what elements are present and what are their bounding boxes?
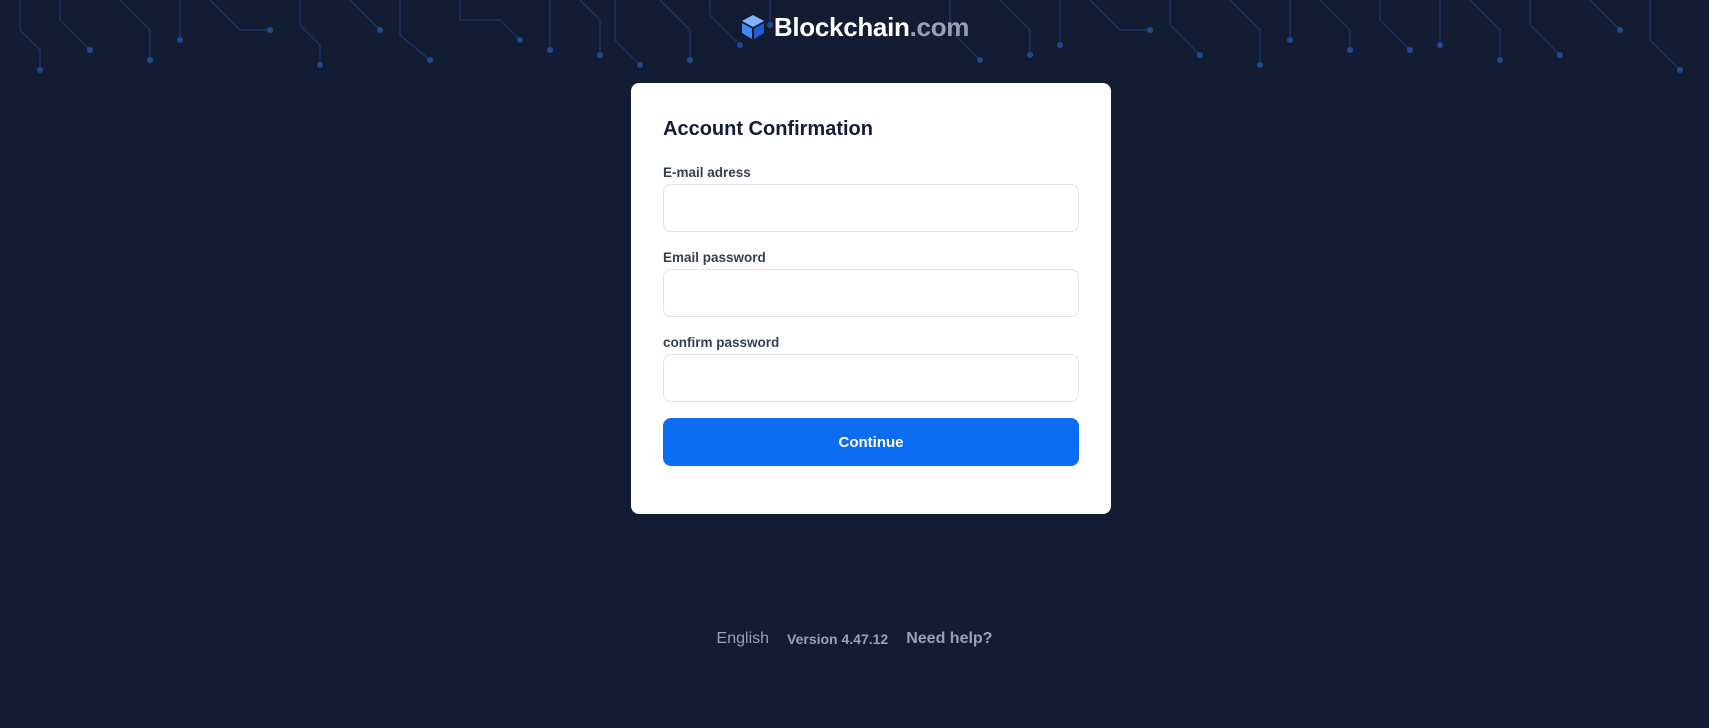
form-title: Account Confirmation: [663, 118, 873, 140]
footer: English Version 4.47.12 Need help?: [0, 630, 1709, 648]
logo-suffix-text: .com: [909, 12, 970, 42]
header-logo[interactable]: Blockchain.com: [0, 12, 1709, 42]
need-help-link[interactable]: Need help?: [906, 630, 992, 648]
email-password-label: Email password: [663, 250, 766, 265]
account-confirmation-card: Account Confirmation E-mail adress Email…: [631, 83, 1111, 514]
confirm-password-field[interactable]: [663, 354, 1079, 402]
continue-button[interactable]: Continue: [663, 418, 1079, 466]
email-field[interactable]: [663, 184, 1079, 232]
logo-main-text: Blockchain: [773, 12, 910, 42]
blockchain-cube-icon: [741, 15, 764, 39]
email-password-field[interactable]: [663, 269, 1079, 317]
confirm-password-label: confirm password: [663, 335, 780, 350]
logo-wordmark: Blockchain.com: [773, 12, 970, 42]
email-label: E-mail adress: [663, 165, 751, 180]
version-label: Version 4.47.12: [787, 631, 889, 647]
language-selector[interactable]: English: [717, 630, 769, 648]
